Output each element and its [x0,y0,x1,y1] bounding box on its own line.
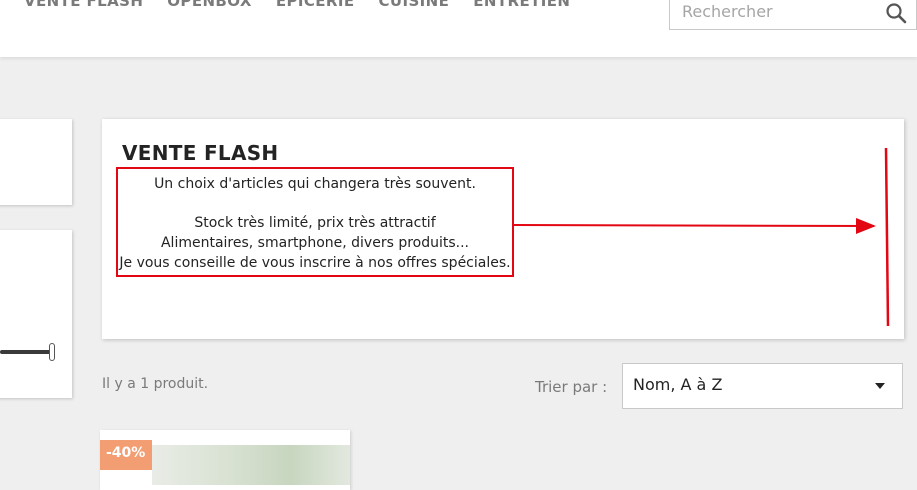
price-filter-block [0,230,72,398]
sort-dropdown[interactable]: Nom, A à Z [622,363,903,409]
site-header: VENTE FLASH OPENBOX ÉPICERIE CUISINE ENT… [0,0,917,57]
price-slider-handle[interactable] [49,343,55,361]
nav-item-epicerie[interactable]: ÉPICERIE [276,0,355,10]
description-line: Je vous conseille de vous inscrire à nos… [119,255,511,271]
search-icon[interactable] [885,2,907,24]
category-title: VENTE FLASH [122,141,279,165]
nav-item-vente-flash[interactable]: VENTE FLASH [24,0,143,10]
main-menu: VENTE FLASH OPENBOX ÉPICERIE CUISINE ENT… [24,0,570,10]
product-card[interactable]: -40% [100,430,350,490]
sort-selected-value: Nom, A à Z [633,375,723,394]
category-header: VENTE FLASH Un choix d'articles qui chan… [102,119,904,339]
sort-label: Trier par : [535,378,608,396]
product-thumbnail[interactable] [152,445,350,485]
search-input[interactable] [680,0,880,24]
caret-down-icon [875,383,885,389]
nav-item-entretien[interactable]: ENTRETIEN [473,0,570,10]
description-line: Stock très limité, prix très attractif [194,215,436,231]
price-slider-track[interactable] [0,350,52,354]
description-line: Alimentaires, smartphone, divers produit… [160,235,470,251]
nav-item-openbox[interactable]: OPENBOX [167,0,252,10]
nav-item-cuisine[interactable]: CUISINE [379,0,450,10]
product-count: Il y a 1 produit. [102,376,209,392]
description-line: Un choix d'articles qui changera très so… [154,176,476,192]
discount-badge: -40% [100,440,153,470]
search-box [669,0,917,30]
sidebar-block [0,119,72,205]
category-description: Un choix d'articles qui changera très so… [116,167,514,277]
